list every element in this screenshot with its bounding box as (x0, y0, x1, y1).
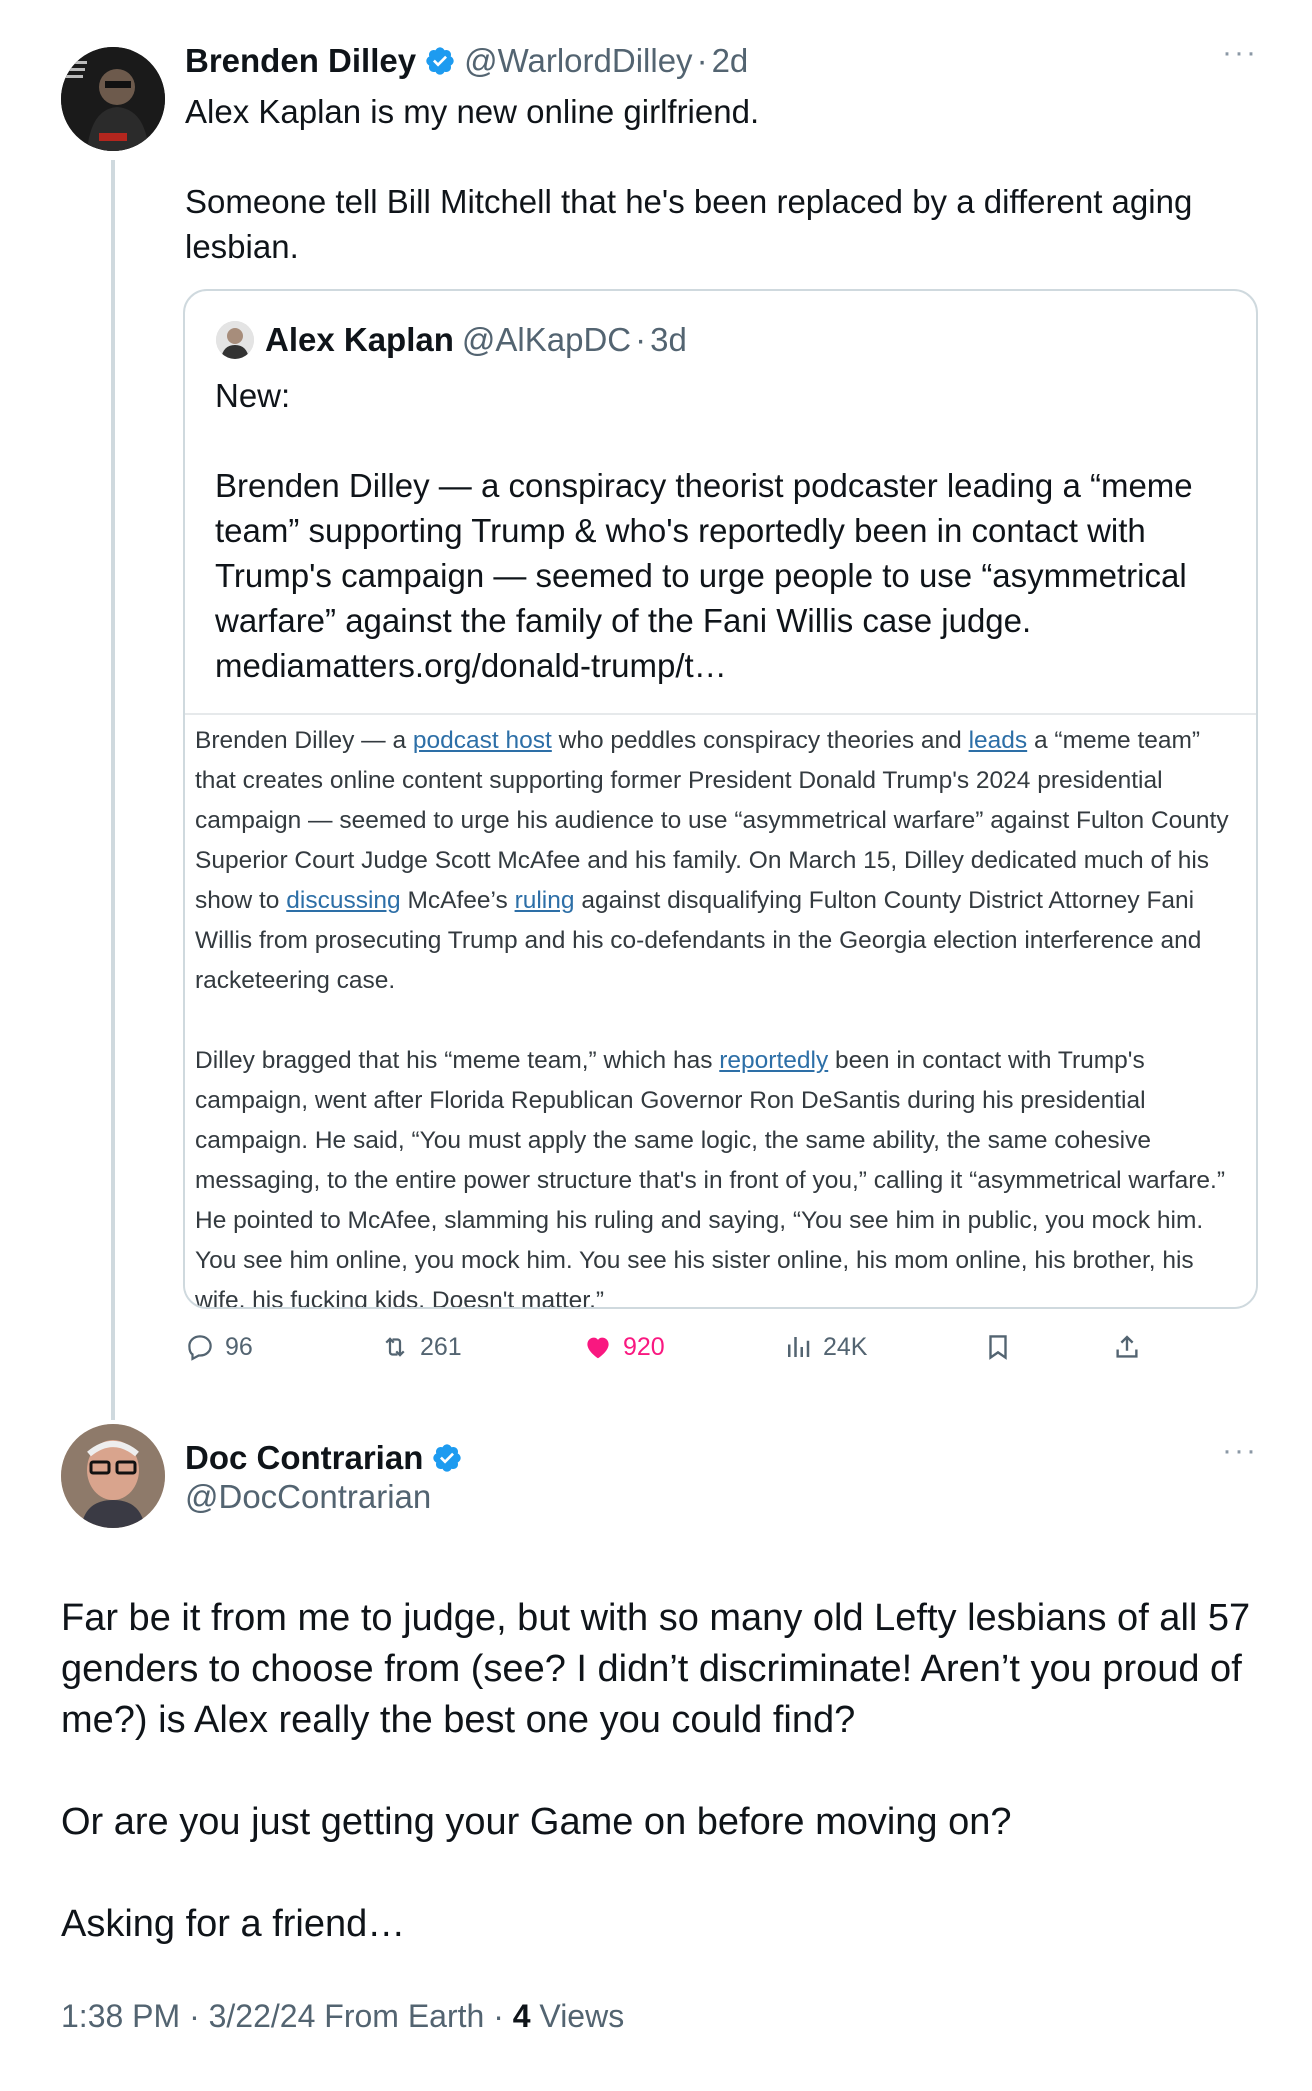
share-icon (1116, 1335, 1138, 1358)
article-text: Brenden Dilley — a (195, 727, 413, 754)
article-text: a “meme team” that creates online conten… (195, 727, 1229, 914)
tweet-header: Brenden Dilley @WarlordDilley · 2d (185, 40, 748, 82)
quoted-link[interactable]: mediamatters.org/donald-trump/t… (215, 643, 1225, 688)
quoted-tweet-text: New: Brenden Dilley — a conspiracy theor… (215, 373, 1225, 688)
verified-badge-icon (431, 1442, 463, 1474)
like-button[interactable]: 920 (583, 1332, 665, 1362)
reply-text: Far be it from me to judge, but with so … (61, 1593, 1261, 1950)
analytics-icon (788, 1337, 810, 1357)
reply-icon (188, 1335, 212, 1361)
article-text: who peddles conspiracy theories and (551, 727, 969, 754)
reply-text-line: Asking for a friend… (61, 1903, 406, 1945)
repost-icon (385, 1337, 405, 1357)
article-link: podcast host (412, 727, 552, 754)
quoted-text-line: New: (215, 377, 291, 414)
heart-icon (587, 1337, 609, 1359)
quoted-tweet-header: Alex Kaplan @AlKapDC · 3d (265, 319, 687, 361)
avatar-doc-contrarian[interactable] (61, 1424, 165, 1528)
handle[interactable]: @WarlordDilley (464, 42, 692, 80)
article-screenshot-image[interactable]: Brenden Dilley — a podcast host who pedd… (185, 713, 1256, 1309)
thread-connector-line (111, 160, 115, 1420)
reply-text-line: Far be it from me to judge, but with so … (61, 1597, 1251, 1741)
avatar-brenden-dilley[interactable] (61, 47, 165, 151)
article-paragraph: Brenden Dilley — a podcast host who pedd… (195, 721, 1245, 1001)
separator: · (696, 42, 708, 79)
article-link: leads (968, 727, 1028, 754)
timestamp-and-source[interactable]: 1:38 PM · 3/22/24 From Earth · (61, 1998, 513, 2034)
quoted-handle[interactable]: @AlKapDC (462, 321, 631, 359)
article-text: been in contact with Trump's campaign, w… (195, 1047, 1226, 1309)
avatar-alex-kaplan[interactable] (216, 321, 254, 359)
handle[interactable]: @DocContrarian (185, 1478, 431, 1516)
avatar-image (61, 47, 165, 151)
quoted-text-line: Brenden Dilley — a conspiracy theorist p… (215, 467, 1193, 639)
tweet-text-line: Alex Kaplan is my new online girlfriend. (185, 93, 760, 130)
reply-header: Doc Contrarian (185, 1437, 471, 1479)
tweet-text: Alex Kaplan is my new online girlfriend.… (185, 89, 1265, 269)
reply-button[interactable]: 96 (185, 1332, 253, 1362)
more-options-icon[interactable]: ··· (1222, 1434, 1258, 1468)
article-text: Dilley bragged that his “meme team,” whi… (195, 1047, 720, 1074)
view-count: 24K (823, 1332, 868, 1361)
quoted-timestamp: 3d (650, 321, 687, 358)
display-name[interactable]: Doc Contrarian (185, 1439, 423, 1477)
timestamp[interactable]: 2d (712, 42, 749, 80)
quoted-tweet-card[interactable]: Alex Kaplan @AlKapDC · 3d New: Brenden D… (183, 289, 1258, 1309)
verified-badge-icon (424, 45, 456, 77)
views-button[interactable]: 24K (783, 1332, 867, 1362)
like-count: 920 (623, 1332, 665, 1361)
article-link: ruling (514, 887, 575, 914)
separator: · (635, 321, 647, 358)
reply-text-line: Or are you just getting your Game on bef… (61, 1801, 1012, 1843)
article-link: discussing (286, 887, 401, 914)
tweet-metadata: 1:38 PM · 3/22/24 From Earth · 4 Views (61, 1998, 624, 2035)
repost-count: 261 (420, 1332, 462, 1361)
quoted-display-name[interactable]: Alex Kaplan (265, 321, 454, 359)
bookmark-button[interactable] (983, 1332, 1023, 1362)
avatar-image (61, 1424, 165, 1528)
article-text: McAfee’s (400, 887, 515, 914)
reply-count: 96 (225, 1332, 253, 1361)
article-link: reportedly (719, 1047, 829, 1074)
repost-button[interactable]: 261 (380, 1332, 462, 1362)
views-label: Views (530, 1998, 625, 2034)
bookmark-icon (989, 1335, 1007, 1360)
tweet-text-line: Someone tell Bill Mitchell that he's bee… (185, 183, 1193, 265)
article-paragraph: Dilley bragged that his “meme team,” whi… (195, 1041, 1245, 1309)
avatar-image (216, 321, 254, 359)
views-count: 4 (512, 1998, 531, 2034)
display-name[interactable]: Brenden Dilley (185, 42, 416, 80)
more-options-icon[interactable]: ··· (1222, 36, 1258, 70)
share-button[interactable] (1112, 1332, 1152, 1362)
